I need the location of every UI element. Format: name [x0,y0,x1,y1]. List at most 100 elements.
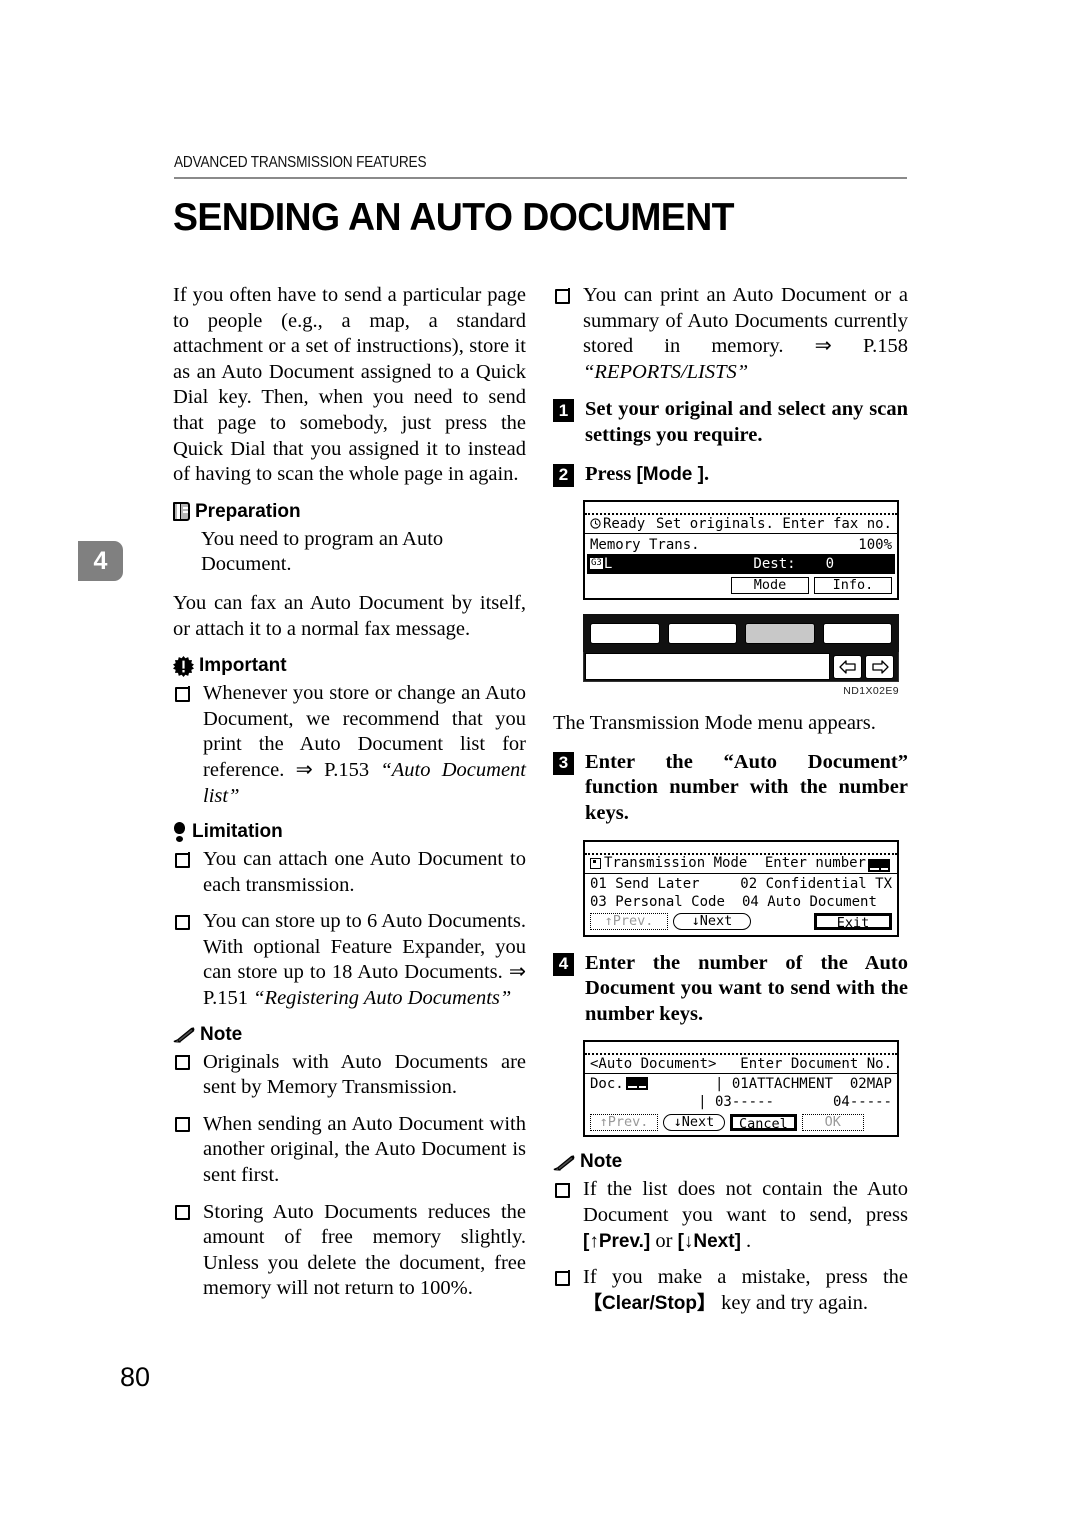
step-text: Enter the number of the Auto Document yo… [585,951,908,1025]
lcd-transmission-mode-screen: Transmission Mode Enter number 01 Send L… [583,839,899,937]
note-label: Note [200,1023,243,1045]
step-text-before: Press [585,462,637,485]
list-item: You can print an Auto Document or a summ… [553,283,908,385]
ref-page: P.151 [203,987,254,1010]
step-number: 3 [553,751,574,775]
lcd-prompt-text: Set originals. Enter fax no. [655,515,892,532]
running-head: ADVANCED TRANSMISSION FEATURES [174,154,427,171]
limitation-heading: Limitation [173,821,526,843]
option-number: 04 [742,893,759,910]
note-icon [553,1154,575,1171]
entry-name: ----- [849,1094,892,1111]
bullet-square-icon [555,288,570,304]
bullet-square-icon [175,1117,190,1133]
print-note-list: You can print an Auto Document or a summ… [553,283,908,385]
lcd-auto-document-screen: <Auto Document> Enter Document No. Doc. … [583,1040,899,1138]
entry-number: 02 [849,1076,867,1093]
lcd-dest-label: Dest: [753,556,796,573]
list-item: If you make a mistake, press the 【Clear/… [553,1265,908,1316]
bullet-square-icon [175,914,190,930]
step-number: 4 [553,952,574,976]
lcd-line-status-bar: G3 L Dest: 0 [587,554,895,575]
number-entry-field[interactable] [868,858,890,872]
item-text-before: If you make a mistake, press the [583,1266,908,1289]
softkey-1[interactable] [590,622,660,644]
left-arrow-key[interactable] [833,654,862,679]
bullet-square-icon [175,686,190,702]
item-text-before: If the list does not contain the Auto Do… [583,1178,908,1226]
step-3: 3 Enter the “Auto Document” function num… [553,750,908,827]
g3-line-badge: G3 [590,557,603,569]
prev-keycap: [↑Prev.] [583,1230,651,1252]
next-button[interactable]: ↓Next [673,913,751,931]
step-1: 1 Set your original and select any scan … [553,397,908,448]
page-number: 80 [120,1362,151,1392]
option-label: Auto Document [767,893,877,910]
step-number: 1 [553,399,574,423]
doc-list-row-1: | 01ATTACHMENT 02MAP [714,1076,892,1093]
note-list: Originals with Auto Documents are sent b… [173,1050,526,1302]
doc-entry-group: Doc. [590,1075,715,1093]
step-text-after: . [703,462,710,485]
ok-button[interactable]: OK [801,1113,864,1131]
lcd-title-text: Transmission Mode [604,855,748,872]
menu-option-02[interactable]: 02 Confidential TX [740,875,892,893]
lcd-mode-row: Memory Trans. 100% [585,535,897,554]
lcd-divider [585,1073,897,1075]
prev-button[interactable]: ↑Prev. [590,913,668,931]
page-title: SENDING AN AUTO DOCUMENT [173,196,735,239]
arrow-key-group [831,652,898,682]
menu-marker-icon [590,857,601,869]
step-2: 2 Press [Mode ]. [553,462,908,488]
softkey-2[interactable] [667,622,737,644]
lcd-top-gap [585,1046,897,1053]
next-button[interactable]: ↓Next [663,1113,725,1131]
lcd-button-row: Mode Info. [585,574,897,595]
list-item: When sending an Auto Document with anoth… [173,1112,526,1189]
softkey-3-selected[interactable] [745,622,815,644]
panel-display-area [585,653,830,681]
list-item: If the list does not contain the Auto Do… [553,1177,908,1254]
lcd-line-letter: L [603,556,613,573]
clock-icon [590,518,601,529]
list-item: Whenever you store or change an Auto Doc… [173,681,526,809]
ref-arrow: ⇒ [814,335,832,358]
item-text-mid: or [650,1229,678,1252]
book-icon [173,502,190,522]
control-panel-figure [583,614,899,683]
document-number-field[interactable] [625,1077,648,1091]
note-icon [173,1026,195,1043]
bullet-square-icon [175,1204,190,1221]
ref-page: P.153 [312,758,381,781]
bullet-square-icon [555,1270,570,1286]
lcd-button-row: ↑Prev. ↓Next Cancel OK [585,1111,897,1132]
exit-button[interactable]: Exit [814,913,892,931]
option-number: 02 [740,875,758,892]
info-button[interactable]: Info. [814,576,892,594]
softkey-4[interactable] [822,622,892,644]
doc-list-row-2: | 03----- 04----- [698,1094,892,1111]
next-keycap: [↓Next] [677,1230,741,1252]
mode-button[interactable]: Mode [731,576,809,594]
menu-appears-text: The Transmission Mode menu appears. [553,712,876,735]
entry-number: 04 [832,1094,850,1111]
lcd-title-text: <Auto Document> [590,1055,717,1072]
panel-lower-row [583,652,899,683]
mode-keycap: [Mode ] [636,463,704,485]
option-label: Confidential TX [765,875,892,892]
important-list: Whenever you store or change an Auto Doc… [173,681,526,809]
doc-row-2-spacer [590,1093,698,1111]
note-label: Note [580,1151,623,1173]
item-text: You can store up to 6 Auto Documents. Wi… [203,910,526,984]
prev-button[interactable]: ↑Prev. [590,1113,658,1131]
lcd-title-row: Transmission Mode Enter number [585,852,897,872]
lcd-button-row: ↑Prev. ↓Next Exit [585,911,897,932]
preparation-body: You need to program an Auto Document. [201,527,444,576]
preparation-label: Preparation [195,500,301,522]
entry-number: 01 [731,1076,749,1093]
list-item: You can attach one Auto Document to each… [173,847,526,898]
cancel-button[interactable]: Cancel [730,1113,797,1131]
bullet-square-icon [175,1054,190,1071]
menu-option-04[interactable]: 04 Auto Document [742,893,877,911]
right-arrow-key[interactable] [865,654,894,679]
